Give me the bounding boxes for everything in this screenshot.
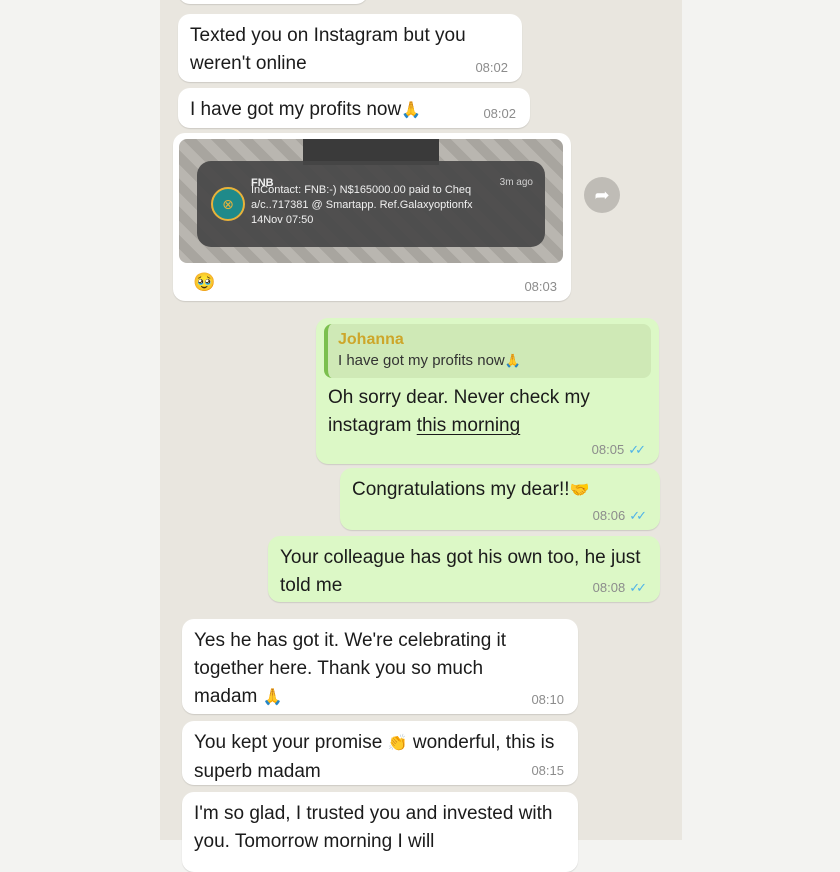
- notification-line: a/c..717381 @ Smartapp. Ref.Galaxyoption…: [251, 199, 473, 211]
- message-image[interactable]: ⊗ FNB 3m ago InContact: FNB:-) N$165000.…: [173, 133, 571, 301]
- pray-emoji: 🙏: [504, 353, 521, 368]
- message-incoming[interactable]: Yes he has got it. We're celebrating it …: [182, 619, 578, 714]
- bank-logo-icon: ⊗: [211, 187, 245, 221]
- message-time: 08:06: [592, 508, 626, 523]
- message-outgoing[interactable]: Congratulations my dear!!🤝 08:06 ✓✓: [340, 468, 660, 530]
- quote-text: I have got my profits now: [338, 352, 505, 369]
- message-text: instagram: [328, 415, 417, 436]
- bank-notification: ⊗ FNB 3m ago InContact: FNB:-) N$165000.…: [197, 161, 545, 247]
- message-text: I have got my profits now: [190, 99, 402, 120]
- message-outgoing[interactable]: Johanna I have got my profits now🙏 Oh so…: [316, 318, 659, 464]
- message-incoming[interactable]: I have got my profits now🙏 08:02: [178, 88, 530, 128]
- message-incoming[interactable]: You kept your promise 👏 wonderful, this …: [182, 721, 578, 785]
- message-incoming[interactable]: Texted you on Instagram but you weren't …: [178, 14, 522, 82]
- message-time: 08:03: [524, 279, 557, 294]
- message-text: Oh sorry dear. Never check my: [328, 387, 590, 408]
- notification-body: InContact: FNB:-) N$165000.00 paid to Ch…: [251, 183, 535, 228]
- message-text: You kept your promise: [194, 732, 383, 753]
- clap-emoji: 👏: [387, 735, 408, 752]
- message-time: 08:08: [592, 580, 626, 595]
- double-check-icon: ✓✓: [629, 580, 647, 595]
- message-text: Yes he has got it. We're celebrating it …: [194, 630, 507, 707]
- message-time: 08:05: [591, 442, 625, 457]
- message-text: I'm so glad, I trusted you and invested …: [194, 803, 553, 852]
- handshake-emoji: 🤝: [569, 482, 590, 499]
- message-text-underlined: this morning: [416, 415, 521, 436]
- message-clipped-top: [178, 0, 368, 4]
- caption-emoji: 🥹: [193, 272, 216, 292]
- quoted-message[interactable]: Johanna I have got my profits now🙏: [324, 324, 651, 378]
- notification-screenshot-image[interactable]: ⊗ FNB 3m ago InContact: FNB:-) N$165000.…: [179, 139, 563, 263]
- message-time: 08:02: [483, 106, 516, 121]
- forward-icon[interactable]: ➦: [584, 177, 620, 213]
- pray-emoji: 🙏: [262, 689, 283, 706]
- double-check-icon: ✓✓: [629, 508, 647, 523]
- message-text: Congratulations my dear!!: [352, 479, 570, 500]
- notification-line: 14Nov 07:50: [251, 214, 314, 226]
- notification-line: InContact: FNB:-) N$165000.00 paid to Ch…: [251, 184, 472, 196]
- double-check-icon: ✓✓: [628, 442, 646, 457]
- message-time: 08:02: [475, 60, 508, 75]
- quote-author: Johanna: [338, 331, 404, 348]
- message-time: 08:10: [531, 692, 564, 707]
- message-time: 08:15: [531, 763, 564, 778]
- message-outgoing[interactable]: Your colleague has got his own too, he j…: [268, 536, 660, 602]
- message-text: Texted you on Instagram but you weren't …: [190, 25, 466, 74]
- message-incoming[interactable]: I'm so glad, I trusted you and invested …: [182, 792, 578, 872]
- pray-emoji: 🙏: [401, 102, 422, 119]
